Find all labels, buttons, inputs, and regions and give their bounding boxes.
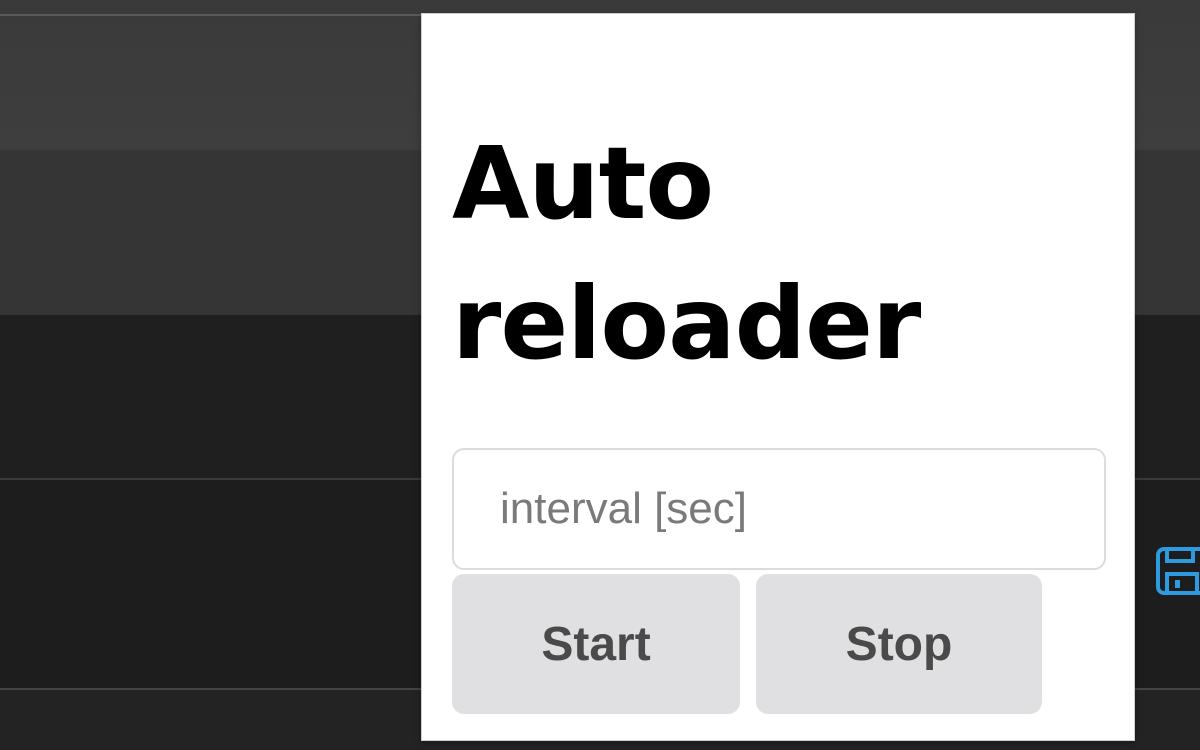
start-button[interactable]: Start [452, 574, 740, 714]
stop-button[interactable]: Stop [756, 574, 1042, 714]
popup-title: Auto reloader [452, 125, 921, 382]
browser-window: Auto reloader Start Stop [0, 0, 1200, 750]
save-icon[interactable] [1155, 546, 1200, 596]
interval-input[interactable] [452, 448, 1106, 570]
auto-reloader-popup: Auto reloader Start Stop [422, 14, 1134, 740]
